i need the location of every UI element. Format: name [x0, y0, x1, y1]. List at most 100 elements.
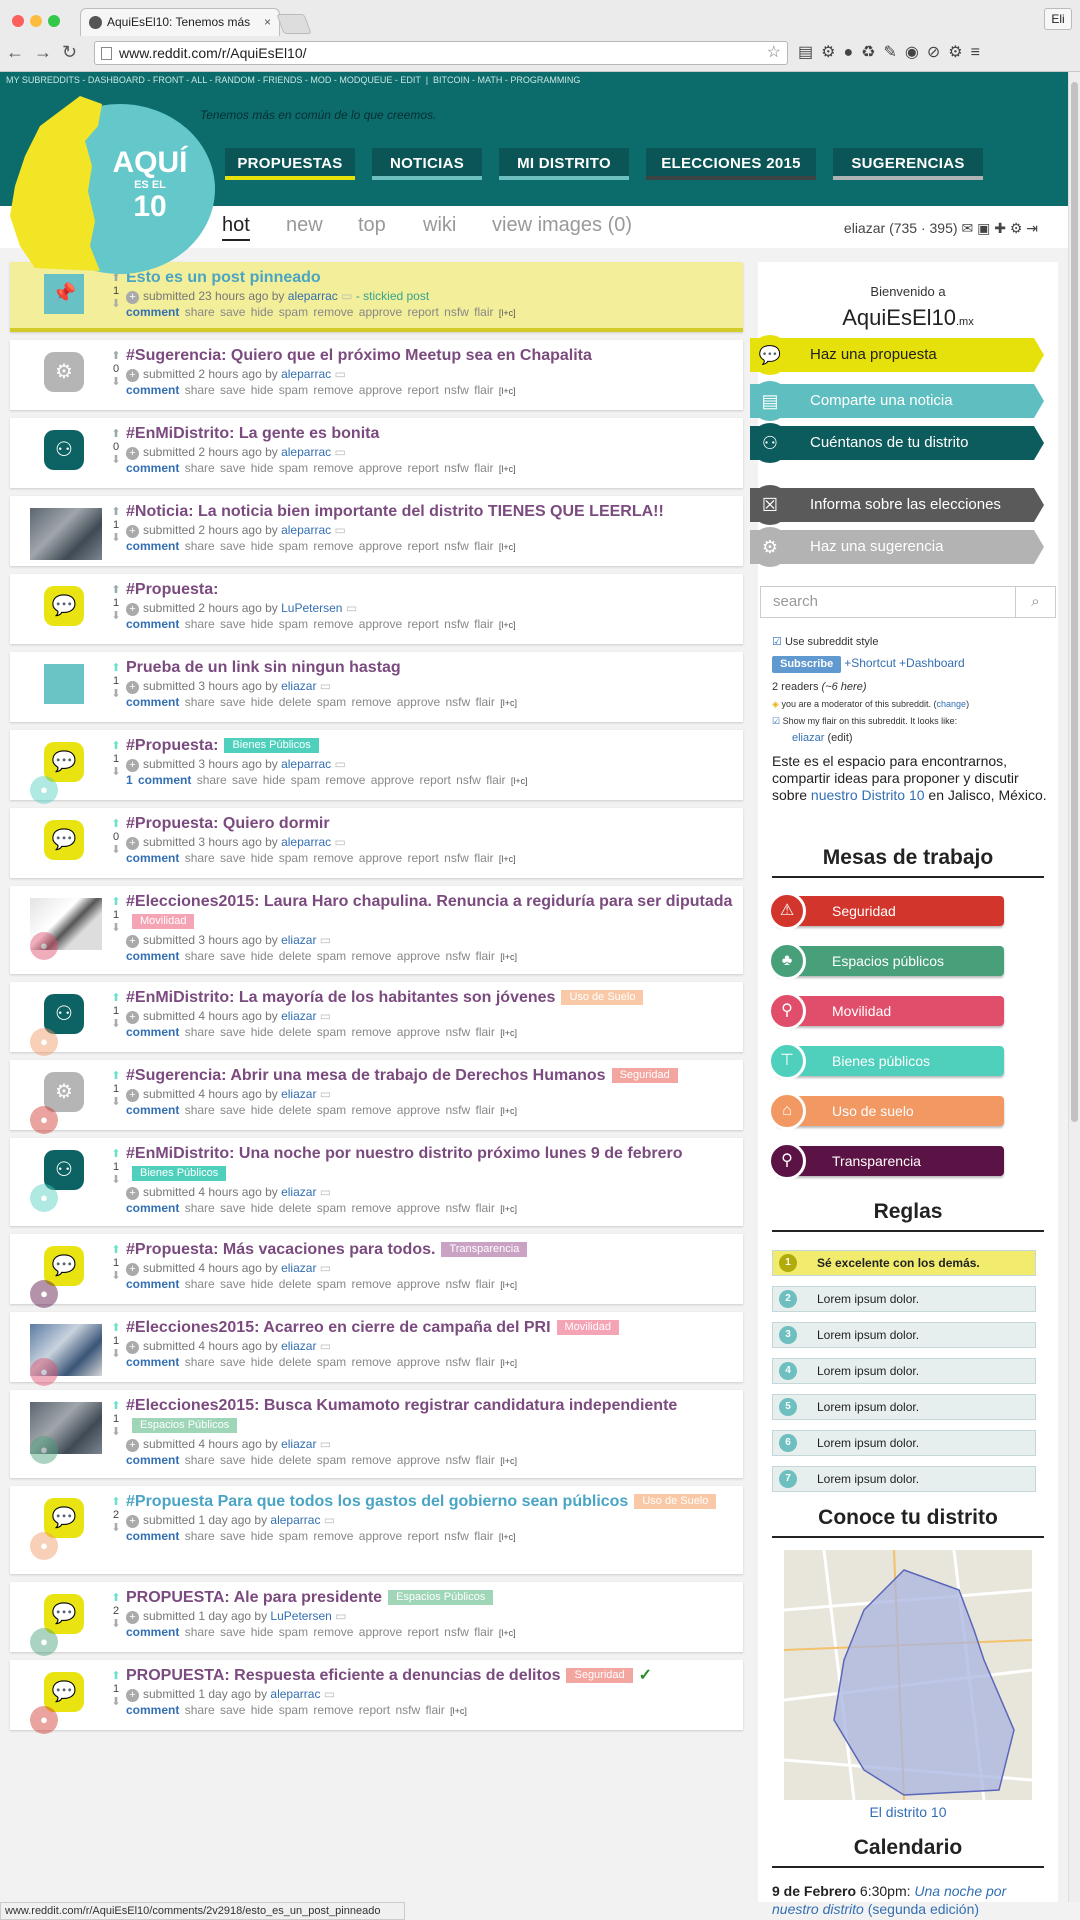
post-author[interactable]: aleparrac — [281, 367, 331, 381]
expando-icon[interactable]: [l+c] — [499, 542, 516, 552]
post-author[interactable]: aleparrac — [270, 1687, 320, 1701]
scrollbar-thumb[interactable] — [1071, 82, 1078, 1122]
shortcut-link[interactable]: +Shortcut — [844, 656, 896, 670]
post-author[interactable]: eliazar — [281, 679, 316, 693]
post-thumbnail[interactable]: 📌 — [30, 274, 102, 326]
maximize-window-icon[interactable] — [48, 15, 60, 27]
speech-bubble-icon[interactable]: 💬 — [44, 586, 84, 626]
expand-icon[interactable]: + — [126, 1011, 139, 1024]
upvote-icon[interactable]: ⬆ — [108, 1670, 124, 1683]
upvote-icon[interactable]: ⬆ — [108, 506, 124, 519]
post-title[interactable]: #Noticia: La noticia bien importante del… — [126, 503, 664, 520]
page-scrollbar[interactable] — [1068, 72, 1080, 1902]
post-actions[interactable]: share save hide spam remove approve repo… — [185, 461, 494, 475]
post-author[interactable]: aleparrac — [281, 835, 331, 849]
minimize-window-icon[interactable] — [30, 15, 42, 27]
upvote-icon[interactable]: ⬆ — [108, 896, 124, 909]
comment-link[interactable]: comment — [126, 1277, 179, 1291]
photo-thumbnail[interactable] — [30, 508, 102, 560]
subreddit-logo[interactable]: AQUÍ ES EL 10 — [10, 96, 215, 274]
downvote-icon[interactable]: ⬇ — [108, 688, 124, 701]
upvote-icon[interactable]: ⬆ — [108, 1496, 124, 1509]
post-actions[interactable]: share save hide spam remove approve repo… — [185, 383, 494, 397]
downvote-icon[interactable]: ⬇ — [108, 454, 124, 467]
comment-link[interactable]: comment — [126, 539, 179, 553]
post-title[interactable]: #Elecciones2015: Acarreo en cierre de ca… — [126, 1319, 551, 1336]
speech-bubble-icon[interactable]: 💬 — [44, 1594, 84, 1634]
upvote-icon[interactable]: ⬆ — [108, 662, 124, 675]
nav-propuestas[interactable]: PROPUESTAS — [225, 148, 355, 180]
downvote-icon[interactable]: ⬇ — [108, 298, 124, 311]
tab-hot[interactable]: hot — [222, 214, 250, 241]
downvote-icon[interactable]: ⬇ — [108, 1270, 124, 1283]
comment-link[interactable]: comment — [126, 1453, 179, 1467]
comment-link[interactable]: comment — [126, 851, 179, 865]
extension-icon[interactable]: ⊘ — [927, 44, 948, 61]
post-thumbnail[interactable]: ⚙ ● — [30, 1072, 102, 1134]
username[interactable]: eliazar — [844, 220, 885, 236]
speech-bubble-icon[interactable]: 💬 — [44, 1672, 84, 1712]
flair-username[interactable]: eliazar — [792, 732, 824, 744]
post-thumbnail[interactable]: ● — [30, 1324, 102, 1386]
downvote-icon[interactable]: ⬇ — [108, 1018, 124, 1031]
downvote-icon[interactable]: ⬇ — [108, 1696, 124, 1709]
post-thumbnail[interactable]: ⚇ — [30, 430, 102, 482]
address-bar[interactable]: www.reddit.com/r/AquiEsEl10/ ☆ — [94, 41, 788, 65]
tab-new[interactable]: new — [286, 214, 323, 237]
downvote-icon[interactable]: ⬇ — [108, 922, 124, 935]
speech-bubble-icon[interactable]: 💬 — [44, 1246, 84, 1286]
expando-icon[interactable]: [l+c] — [500, 952, 517, 962]
post-thumbnail[interactable] — [30, 508, 102, 560]
upvote-icon[interactable]: ⬆ — [108, 350, 124, 363]
speech-bubble-icon[interactable]: 💬 — [44, 1498, 84, 1538]
post-actions[interactable]: share save hide delete spam remove appro… — [185, 949, 495, 963]
post-author[interactable]: aleparrac — [270, 1513, 320, 1527]
logout-icon[interactable]: ⇥ — [1026, 220, 1038, 236]
post-actions[interactable]: share save hide spam remove approve repo… — [197, 773, 506, 787]
post-title[interactable]: PROPUESTA: Respuesta eficiente a denunci… — [126, 1667, 560, 1684]
back-icon[interactable]: ← — [6, 42, 34, 62]
cta-distrito[interactable]: ⚇ Cuéntanos de tu distrito — [750, 423, 1044, 463]
expand-icon[interactable]: + — [126, 935, 139, 948]
post-actions[interactable]: share save hide delete spam remove appro… — [185, 695, 495, 709]
post-actions[interactable]: share save hide delete spam remove appro… — [185, 1355, 495, 1369]
downvote-icon[interactable]: ⬇ — [108, 1348, 124, 1361]
post-author[interactable]: LuPetersen — [281, 601, 342, 615]
dashboard-link[interactable]: +Dashboard — [899, 656, 965, 670]
bookmark-star-icon[interactable]: ☆ — [767, 42, 781, 64]
browser-tab[interactable]: AquiEsEl10: Tenemos más × — [80, 8, 280, 36]
reload-icon[interactable]: ↻ — [62, 42, 87, 62]
expando-icon[interactable]: [l+c] — [450, 1706, 467, 1716]
downvote-icon[interactable]: ⬇ — [108, 532, 124, 545]
nav-noticias[interactable]: NOTICIAS — [372, 148, 482, 180]
nav-mi-distrito[interactable]: MI DISTRITO — [499, 148, 629, 180]
expando-icon[interactable]: [l+c] — [499, 1532, 516, 1542]
popular-subreddits-links[interactable]: BITCOIN - MATH - PROGRAMMING — [433, 75, 580, 85]
expand-icon[interactable]: + — [126, 603, 139, 616]
expando-icon[interactable]: [l+c] — [500, 1358, 517, 1368]
expand-icon[interactable]: + — [126, 447, 139, 460]
upvote-icon[interactable]: ⬆ — [108, 1592, 124, 1605]
expando-icon[interactable]: [l+c] — [499, 620, 516, 630]
comment-link[interactable]: comment — [126, 1201, 179, 1215]
post-title[interactable]: #Elecciones2015: Laura Haro chapulina. R… — [126, 893, 732, 910]
post-title[interactable]: PROPUESTA: Ale para presidente — [126, 1589, 382, 1606]
extension-icon[interactable]: ⚙ — [821, 44, 843, 61]
tab-wiki[interactable]: wiki — [423, 214, 456, 237]
speech-bubble-icon[interactable]: 💬 — [44, 742, 84, 782]
mesa-bienes-publicos[interactable]: ⊤ Bienes públicos — [768, 1042, 1004, 1080]
comment-link[interactable]: comment — [126, 1355, 179, 1369]
downvote-icon[interactable]: ⬇ — [108, 376, 124, 389]
post-title[interactable]: #EnMiDistrito: La mayoría de los habitan… — [126, 989, 555, 1006]
post-actions[interactable]: share save hide delete spam remove appro… — [185, 1277, 495, 1291]
upvote-icon[interactable]: ⬆ — [108, 818, 124, 831]
expand-icon[interactable]: + — [126, 837, 139, 850]
post-author[interactable]: LuPetersen — [270, 1609, 331, 1623]
expando-icon[interactable]: [l+c] — [500, 698, 517, 708]
downvote-icon[interactable]: ⬇ — [108, 766, 124, 779]
tab-view-images[interactable]: view images (0) — [492, 214, 632, 237]
window-controls[interactable] — [12, 14, 66, 32]
post-title[interactable]: Prueba de un link sin ningun hastag — [126, 659, 401, 676]
comment-link[interactable]: comment — [126, 1703, 179, 1717]
nav-elecciones-2015[interactable]: ELECCIONES 2015 — [646, 148, 816, 180]
